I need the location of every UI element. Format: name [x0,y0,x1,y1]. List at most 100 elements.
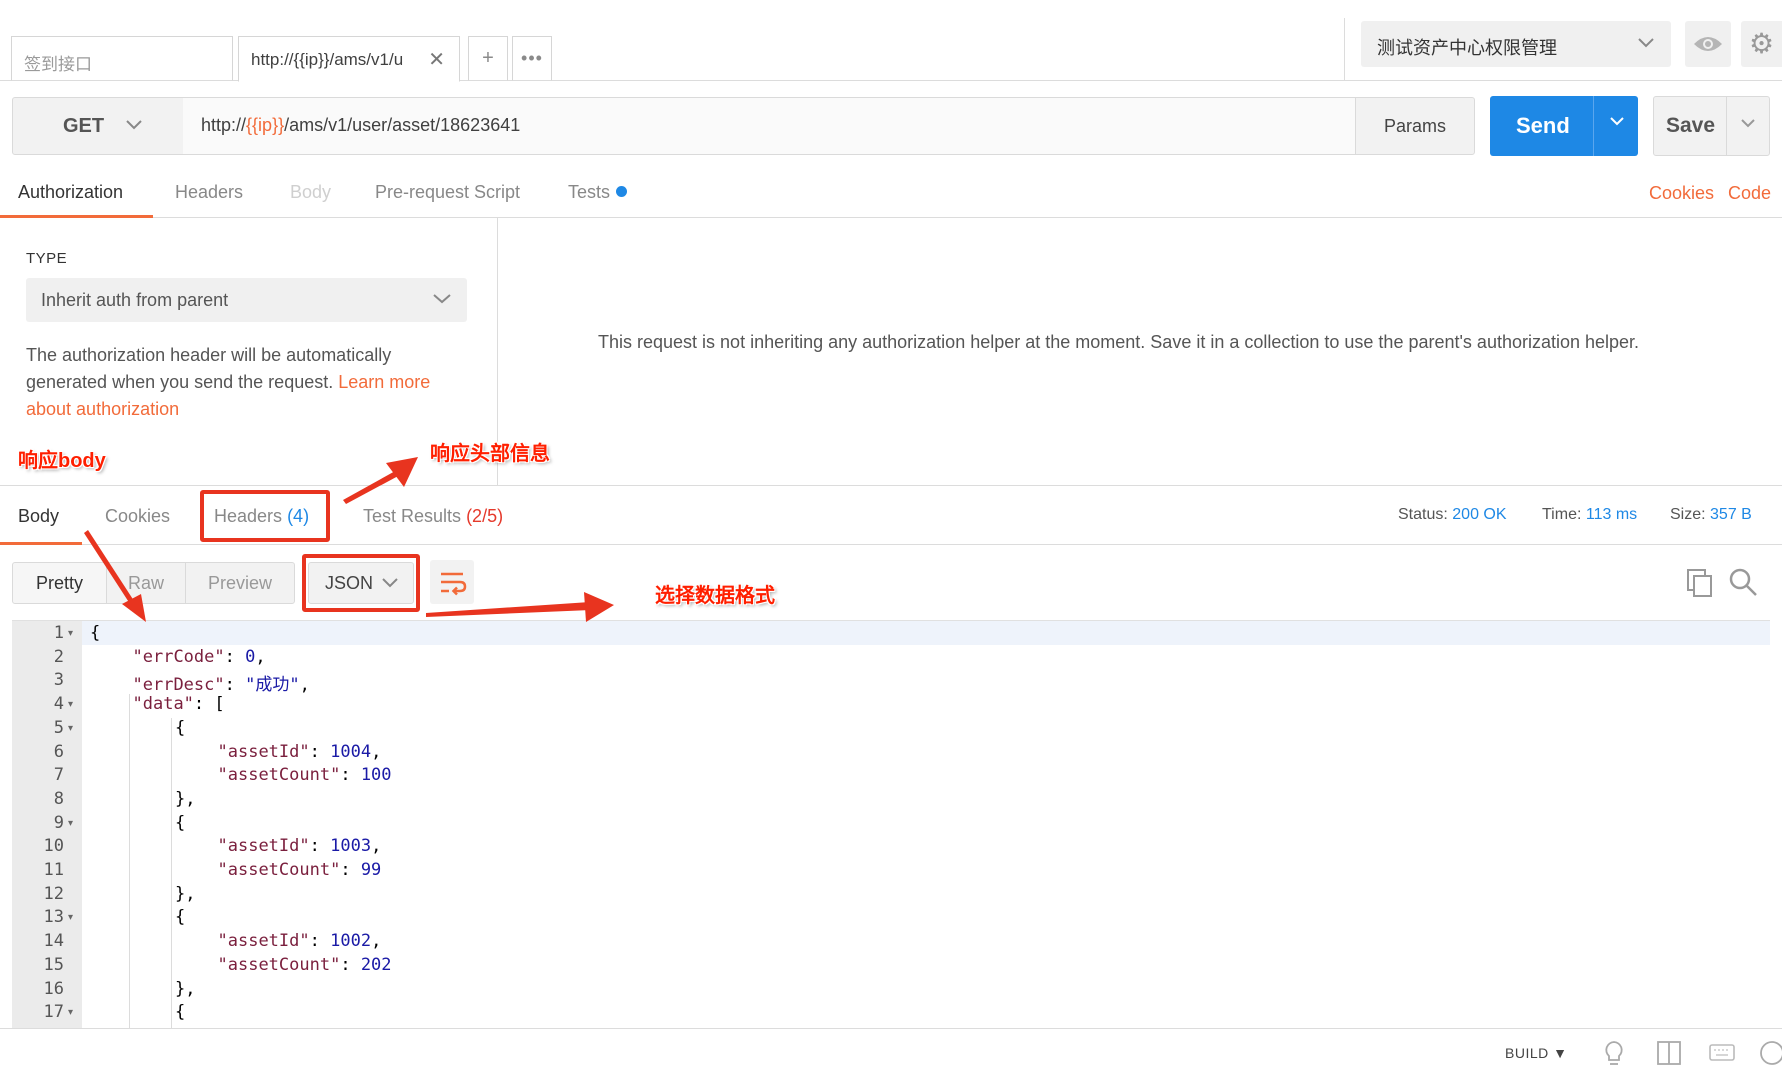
wrap-lines-button[interactable] [430,560,474,604]
tab-tests[interactable]: Tests [568,170,628,218]
time-value: 113 ms [1585,506,1638,523]
code-line: { [175,813,185,833]
build-menu[interactable]: BUILD ▼ [1505,1045,1567,1061]
fold-toggle-icon[interactable]: ▾ [68,912,73,923]
fold-toggle-icon[interactable]: ▾ [68,818,73,829]
new-tab-button[interactable]: + [468,36,508,81]
json-value: 1004 [330,741,372,762]
code-line: { [90,623,100,643]
time-readout: Time: 113 ms [1542,506,1637,524]
tab-response-cookies[interactable]: Cookies [105,486,170,545]
annotation-arrow [584,592,614,622]
tab-authorization[interactable]: Authorization [0,170,153,218]
divider [1593,96,1594,156]
code-token: }, [175,788,196,809]
chevron-down-icon[interactable] [1608,109,1626,138]
tab-label: Cookies [105,506,171,526]
send-button[interactable]: Send [1490,96,1638,156]
keyboard-icon[interactable] [1708,1042,1736,1064]
annotation-data-format: 选择数据格式 [655,585,775,607]
url-input[interactable]: http://{{ip}}/ams/v1/user/asset/18623641 [183,97,1356,155]
line-number: 17 [43,1002,64,1023]
request-tab[interactable]: 签到接口 [11,36,233,81]
code-line: }, [175,789,195,809]
help-icon[interactable] [1758,1039,1782,1067]
tab-label: Pre-request Script [375,182,521,202]
code-token: , [371,931,382,952]
request-tab-label: 签到接口 [24,55,92,74]
more-icon: ••• [521,48,543,68]
tab-headers[interactable]: Headers [175,170,243,218]
code-line: }, [175,979,195,999]
code-token: , [299,675,310,696]
code-line: "data": [ [132,694,225,715]
line-number: 16 [43,978,64,999]
tab-label: Authorization [18,182,124,202]
close-icon[interactable]: ✕ [428,47,445,72]
search-icon[interactable] [1728,566,1758,598]
params-button[interactable]: Params [1355,97,1475,155]
send-label: Send [1516,113,1570,138]
tab-label: Tests [568,182,611,202]
fold-toggle-icon[interactable]: ▾ [68,723,73,734]
line-number: 9 [53,812,64,833]
indent-guide [128,694,130,1028]
line-number: 15 [43,954,64,975]
json-key: "errCode" [132,646,225,667]
line-number: 3 [53,670,64,691]
two-pane-icon[interactable] [1656,1039,1682,1067]
fold-toggle-icon[interactable]: ▾ [68,628,73,639]
code-line: { [175,907,185,927]
test-results-count: (2/5) [466,506,504,526]
active-line-highlight [82,621,1770,645]
auth-type-select[interactable]: Inherit auth from parent [26,278,467,322]
preview-view-button[interactable]: Preview [185,562,295,604]
environment-select[interactable]: 测试资产中心权限管理 [1361,21,1671,67]
code-line: "assetId": 1004, [217,741,382,762]
json-value: 99 [360,860,382,880]
environment-quick-look-button[interactable] [1685,21,1731,67]
line-number: 2 [53,646,64,667]
line-number: 14 [43,931,64,952]
tab-response-body[interactable]: Body [0,486,82,545]
code-line: "assetCount": 100 [217,765,392,786]
eye-icon [1694,37,1722,51]
more-tabs-button[interactable]: ••• [512,36,552,81]
pretty-view-button[interactable]: Pretty [12,562,107,604]
type-label: TYPE [26,250,68,267]
request-tab-active[interactable]: http://{{ip}}/ams/v1/u ✕ [238,36,460,82]
save-button[interactable]: Save [1653,96,1770,156]
tab-test-results[interactable]: Test Results (2/5) [363,486,503,545]
wrap-lines-icon [441,572,467,596]
code-line: "assetCount": 99 [217,860,382,880]
fold-toggle-icon[interactable]: ▾ [68,1007,73,1018]
manage-environments-button[interactable]: ⚙ [1741,21,1782,67]
json-value: "成功" [245,675,300,696]
raw-view-button[interactable]: Raw [106,562,186,604]
line-number: 6 [53,741,64,762]
method-select[interactable]: GET [12,97,184,155]
tab-pre-request-script[interactable]: Pre-request Script [375,170,520,218]
code-token: }, [175,883,196,904]
lightbulb-icon[interactable] [1602,1039,1626,1069]
response-editor[interactable]: 1 ▾ {2 "errCode": 0, 3 "errDesc": "成功", 4 ▾ "dat… [12,620,1770,1028]
copy-icon[interactable] [1686,568,1714,598]
code-line: "assetId": 1002, [217,931,382,952]
line-number: 5 [53,717,64,738]
plus-icon: + [482,47,494,69]
code-token: , [255,646,266,667]
code-line: "assetCount": 202 [217,954,392,975]
status-readout: Status: 200 OK [1398,506,1507,524]
line-number: 8 [53,788,64,809]
fold-toggle-icon[interactable]: ▾ [68,699,73,710]
json-key: "assetId" [217,741,310,762]
cookies-link[interactable]: Cookies [1649,183,1714,204]
line-number: 10 [43,836,64,857]
code-token: { [175,812,186,833]
chevron-down-icon[interactable] [1740,111,1756,140]
chevron-down-icon [432,287,452,314]
json-value: 202 [360,954,392,975]
code-link[interactable]: Code [1728,183,1771,204]
code-line: "errCode": 0, [132,646,266,667]
code-token: { [175,907,186,928]
